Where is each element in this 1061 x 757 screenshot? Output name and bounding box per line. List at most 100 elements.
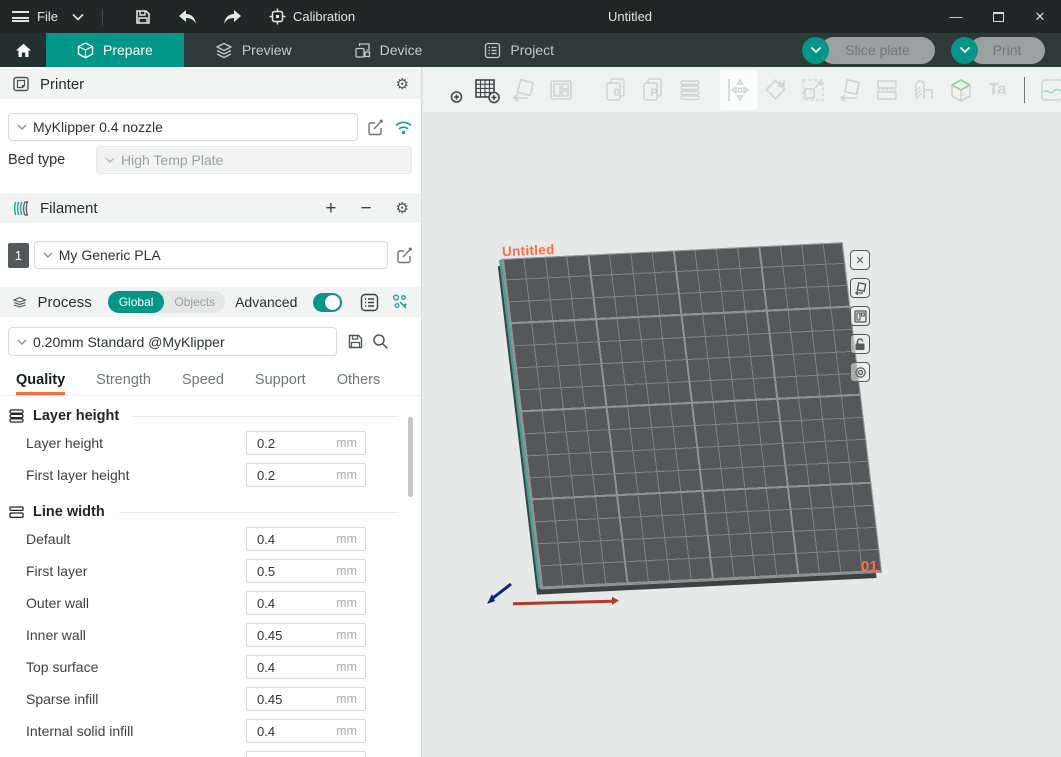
redo-icon[interactable] (223, 9, 242, 25)
settings-sidebar: Printer ⚙ MyKlipper 0.4 nozzle Bed type … (0, 67, 422, 757)
inner-wall-line-width-input[interactable]: 0.45 mm (246, 623, 366, 647)
print-button[interactable]: Print (969, 37, 1045, 64)
menu-icon[interactable] (12, 11, 29, 22)
advanced-params-icon[interactable] (391, 293, 409, 311)
scope-global-button[interactable]: Global (108, 291, 165, 313)
section-divider (119, 512, 399, 513)
mesh-boolean-icon[interactable] (905, 70, 942, 110)
text-tool-icon[interactable]: Ta (979, 70, 1016, 110)
process-section-title: Process (38, 294, 92, 311)
param-label: Layer height (26, 435, 103, 451)
default-line-width-input[interactable]: 0.4 mm (246, 527, 366, 551)
printer-preset-select[interactable]: MyKlipper 0.4 nozzle (8, 113, 358, 141)
calibration-button[interactable]: Calibration (269, 8, 355, 25)
first-layer-line-width-input[interactable]: 0.5 mm (246, 559, 366, 583)
tab-speed[interactable]: Speed (182, 372, 224, 395)
add-plate-icon[interactable] (468, 70, 505, 110)
chevron-down-icon[interactable] (72, 13, 84, 21)
first-layer-height-input[interactable]: 0.2 mm (246, 463, 366, 487)
tab-prepare[interactable]: Prepare (46, 33, 184, 67)
param-value: 0.2 (257, 468, 336, 483)
chevron-down-icon (105, 157, 115, 163)
split-to-parts-icon[interactable]: P (634, 70, 671, 110)
minimize-button[interactable]: — (935, 0, 977, 33)
add-object-icon[interactable] (431, 70, 468, 110)
layers-editing-icon[interactable] (671, 70, 708, 110)
filament-preset-select[interactable]: My Generic PLA (34, 241, 388, 269)
home-button[interactable] (0, 33, 46, 67)
save-icon[interactable] (134, 8, 152, 26)
sidebar-scrollbar[interactable] (408, 417, 413, 497)
print-options-button[interactable] (951, 37, 978, 64)
delete-plate-button[interactable]: ✕ (850, 250, 870, 270)
build-plate[interactable] (501, 242, 882, 589)
scale-tool-icon[interactable] (794, 70, 831, 110)
file-menu[interactable]: File (37, 9, 58, 24)
param-label: Top surface (26, 659, 98, 675)
remove-filament-button[interactable]: − (360, 199, 371, 218)
printer-settings-icon[interactable]: ⚙ (396, 77, 409, 92)
plate-settings-button[interactable] (850, 362, 870, 382)
orient-plate-button[interactable] (850, 278, 870, 298)
auto-orient-icon[interactable] (505, 70, 542, 110)
compare-presets-icon[interactable] (360, 293, 379, 312)
search-icon[interactable] (372, 333, 389, 350)
arrange-plate-button[interactable] (850, 306, 870, 326)
tab-quality[interactable]: Quality (16, 372, 65, 395)
device-icon (354, 42, 371, 59)
bed-type-select[interactable]: High Temp Plate (96, 146, 412, 174)
filament-section-header: Filament + − ⚙ (0, 193, 421, 223)
cut-tool-icon[interactable] (868, 70, 905, 110)
title-bar: File Calibration Untitled — ✕ (0, 0, 1061, 33)
rotate-tool-icon[interactable] (757, 70, 794, 110)
wifi-connection-icon[interactable] (394, 120, 413, 135)
process-tab-bar: Quality Strength Speed Support Others (0, 368, 421, 396)
chevron-down-icon (959, 46, 971, 54)
process-preset-select[interactable]: 0.20mm Standard @MyKlipper (8, 327, 337, 356)
seam-painting-icon[interactable] (1033, 70, 1061, 110)
edit-printer-icon[interactable] (367, 119, 384, 136)
tab-support[interactable]: Support (255, 372, 306, 395)
scope-objects-button[interactable]: Objects (164, 295, 225, 309)
filament-preset-row: 1 My Generic PLA (0, 241, 421, 269)
split-to-objects-icon[interactable]: 0 (597, 70, 634, 110)
lock-plate-button[interactable] (850, 334, 870, 354)
edit-filament-icon[interactable] (396, 247, 413, 264)
param-value: 0.45 (257, 628, 336, 643)
param-row-internal-solid-infill: Internal solid infill 0.4 mm (0, 716, 421, 746)
close-button[interactable]: ✕ (1019, 0, 1061, 33)
advanced-label: Advanced (235, 294, 297, 310)
tab-strength[interactable]: Strength (96, 372, 151, 395)
maximize-button[interactable] (977, 0, 1019, 33)
slice-plate-button[interactable]: Slice plate (820, 37, 935, 64)
internal-solid-infill-line-width-input[interactable]: 0.4 mm (246, 719, 366, 743)
viewport-toolbar: 0 P Ta (423, 67, 1061, 112)
variable-layer-height-icon[interactable] (942, 70, 979, 110)
printer-preset-value: MyKlipper 0.4 nozzle (33, 119, 163, 135)
sparse-infill-line-width-input[interactable]: 0.45 mm (246, 687, 366, 711)
process-scope-toggle: Global Objects (108, 291, 225, 313)
tab-preview[interactable]: Preview (184, 33, 323, 67)
printer-icon (12, 75, 30, 93)
tab-prepare-label: Prepare (103, 42, 153, 58)
arrange-icon[interactable] (542, 70, 579, 110)
viewport-3d[interactable]: 0 P Ta (423, 67, 1061, 757)
flatten-tool-icon[interactable] (831, 70, 868, 110)
layer-height-input[interactable]: 0.2 mm (246, 431, 366, 455)
tab-device[interactable]: Device (323, 33, 454, 67)
top-surface-line-width-input[interactable]: 0.4 mm (246, 655, 366, 679)
support-line-width-input[interactable]: 0.4 mm (246, 751, 366, 757)
tab-others[interactable]: Others (337, 372, 381, 395)
undo-icon[interactable] (178, 9, 197, 25)
move-tool-icon[interactable] (720, 70, 757, 110)
tab-project[interactable]: Project (453, 33, 585, 67)
param-value: 0.45 (257, 692, 336, 707)
outer-wall-line-width-input[interactable]: 0.4 mm (246, 591, 366, 615)
save-preset-icon[interactable] (347, 333, 364, 350)
advanced-toggle[interactable] (313, 293, 342, 312)
filament-settings-icon[interactable]: ⚙ (396, 201, 409, 216)
add-filament-button[interactable]: + (325, 199, 336, 218)
param-row-inner-wall: Inner wall 0.45 mm (0, 620, 421, 650)
chevron-down-icon (17, 339, 27, 345)
slice-options-button[interactable] (802, 37, 829, 64)
